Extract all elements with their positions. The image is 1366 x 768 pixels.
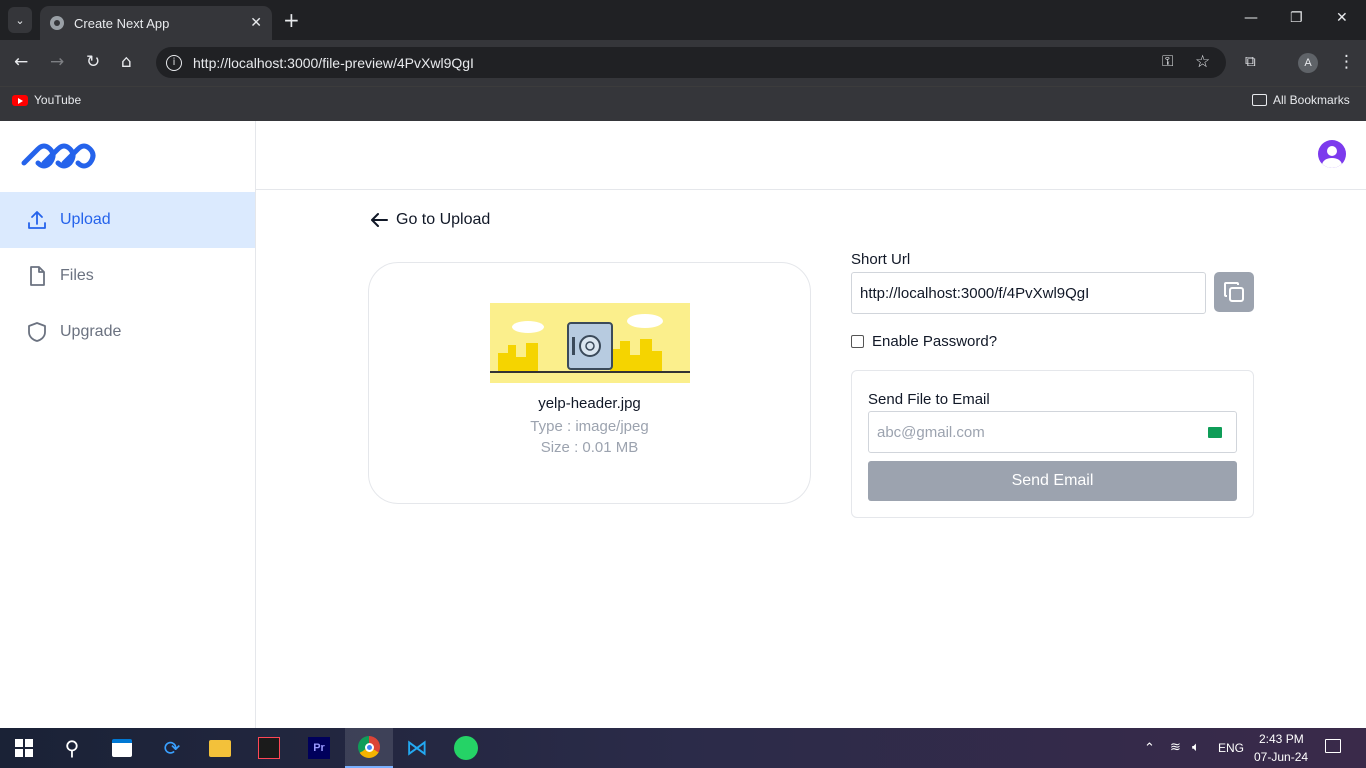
- file-size: Size : 0.01 MB: [540, 439, 639, 456]
- whatsapp-icon[interactable]: [454, 736, 478, 760]
- forward-button[interactable]: →: [50, 52, 64, 72]
- bookmark-label: YouTube: [34, 93, 82, 107]
- bookmark-youtube[interactable]: YouTube: [12, 93, 81, 107]
- send-email-panel: Send File to Email Send Email: [851, 370, 1254, 518]
- tab-search-button[interactable]: ⌄: [8, 7, 32, 33]
- file-thumbnail: [489, 303, 690, 383]
- mail-icon: [1208, 427, 1222, 438]
- clock-time[interactable]: 2:43 PM: [1259, 732, 1304, 746]
- sidebar-item-upgrade[interactable]: Upgrade: [0, 304, 255, 360]
- address-bar[interactable]: i http://localhost:3000/file-preview/4Pv…: [156, 47, 1226, 78]
- shield-icon: [28, 322, 46, 342]
- sidebar-item-label: Upload: [60, 211, 111, 228]
- bookmark-label: All Bookmarks: [1273, 93, 1350, 107]
- home-button[interactable]: ⌂: [121, 52, 132, 72]
- valorant-icon[interactable]: [257, 736, 281, 760]
- chrome-taskbar-icon[interactable]: [345, 728, 393, 768]
- file-icon: [30, 266, 45, 286]
- email-input[interactable]: [868, 411, 1237, 453]
- premiere-pro-icon[interactable]: Pr: [307, 736, 331, 760]
- go-to-upload-link[interactable]: Go to Upload: [370, 211, 490, 229]
- back-label: Go to Upload: [396, 211, 491, 228]
- notification-icon[interactable]: [1325, 739, 1341, 753]
- sidebar-item-label: Files: [60, 267, 94, 284]
- file-explorer-icon[interactable]: [208, 736, 232, 760]
- browser-toolbar: ← → ↻ ⌂ i http://localhost:3000/file-pre…: [0, 40, 1366, 86]
- language-indicator[interactable]: ENG: [1218, 741, 1244, 755]
- menu-icon[interactable]: ⋮: [1338, 52, 1355, 72]
- sidebar-item-label: Upgrade: [60, 323, 122, 340]
- top-header: [256, 121, 1366, 190]
- browser-chrome: ⌄ Create Next App ✕ + — ❐ ✕ ← → ↻ ⌂ i ht…: [0, 0, 1366, 121]
- upload-icon: [28, 211, 46, 229]
- site-info-icon[interactable]: i: [166, 54, 182, 71]
- bookmark-star-icon[interactable]: ☆: [1195, 52, 1210, 72]
- browser-tab[interactable]: Create Next App ✕: [40, 6, 272, 40]
- tab-title: Create Next App: [74, 15, 170, 31]
- globe-icon: [50, 16, 64, 30]
- enable-password-checkbox[interactable]: [851, 335, 864, 348]
- infinity-logo-icon: [21, 143, 96, 169]
- taskbar: ⚲ ⟳ Pr ⋈ ⌃ ≋ 🔈︎ ENG 2:43 PM 07-Jun-24: [0, 728, 1366, 768]
- file-type: Type : image/jpeg: [530, 418, 649, 435]
- back-button[interactable]: ←: [14, 52, 28, 72]
- reload-button[interactable]: ↻: [86, 52, 100, 72]
- bookmarks-bar: YouTube All Bookmarks: [0, 86, 1366, 121]
- new-tab-button[interactable]: +: [283, 8, 300, 32]
- send-email-title: Send File to Email: [868, 391, 990, 408]
- short-url-label: Short Url: [851, 251, 911, 268]
- minimize-button[interactable]: —: [1244, 10, 1258, 26]
- tab-strip: ⌄ Create Next App ✕ + — ❐ ✕: [0, 0, 1366, 40]
- youtube-icon: [12, 94, 28, 106]
- tab-close-icon[interactable]: ✕: [250, 15, 262, 31]
- profile-avatar[interactable]: A: [1298, 53, 1318, 73]
- copy-icon: [1224, 282, 1244, 302]
- search-icon[interactable]: ⚲: [60, 736, 84, 760]
- clock-date[interactable]: 07-Jun-24: [1254, 750, 1308, 764]
- copy-button[interactable]: [1214, 272, 1254, 312]
- sidebar-item-files[interactable]: Files: [0, 248, 255, 304]
- password-key-icon[interactable]: ⚿: [1162, 52, 1173, 70]
- enable-password-label: Enable Password?: [872, 333, 998, 350]
- sidebar: Upload Files Upgrade: [0, 121, 256, 728]
- logo: [20, 139, 100, 177]
- vscode-icon[interactable]: ⋈: [405, 736, 429, 761]
- restore-button[interactable]: ❐: [1290, 10, 1303, 26]
- file-name: yelp-header.jpg: [538, 395, 641, 412]
- send-email-button[interactable]: Send Email: [868, 461, 1237, 501]
- user-avatar[interactable]: [1318, 140, 1346, 168]
- store-icon[interactable]: [110, 736, 134, 760]
- sync-icon[interactable]: ⟳: [160, 736, 184, 760]
- address-bar-url: http://localhost:3000/file-preview/4PvXw…: [193, 54, 474, 71]
- volume-icon[interactable]: 🔈︎: [1192, 739, 1200, 755]
- extensions-icon[interactable]: ⧉: [1245, 52, 1256, 70]
- all-bookmarks[interactable]: All Bookmarks: [1252, 93, 1350, 107]
- sidebar-item-upload[interactable]: Upload: [0, 192, 255, 248]
- short-url-input[interactable]: [851, 272, 1206, 314]
- file-info-card: yelp-header.jpg Type : image/jpeg Size :…: [368, 262, 811, 504]
- arrow-left-icon: [371, 213, 388, 227]
- app-page: Upload Files Upgrade Go to Upload yelp-h…: [0, 121, 1366, 728]
- folder-icon: [1252, 94, 1267, 106]
- chevron-up-icon[interactable]: ⌃: [1144, 740, 1155, 756]
- close-window-button[interactable]: ✕: [1336, 10, 1348, 26]
- wifi-icon[interactable]: ≋: [1170, 739, 1181, 755]
- windows-start-icon[interactable]: [12, 736, 36, 760]
